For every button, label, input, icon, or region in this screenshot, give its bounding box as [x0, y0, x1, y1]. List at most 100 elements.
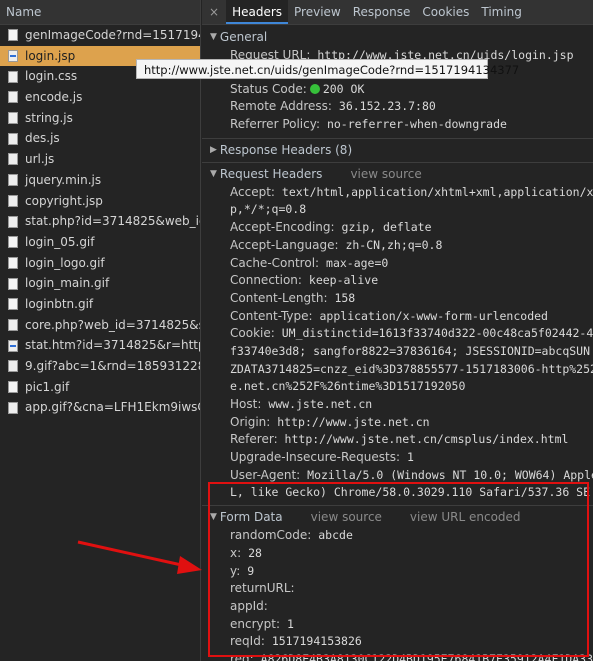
request-row[interactable]: 9.gif?abc=1&rnd=1859312282: [0, 356, 200, 377]
form-field-value: 1517194153826: [271, 634, 362, 649]
header-value-continuation: f33740e3d8; sangfor8822=37836164; JSESSI…: [230, 343, 591, 358]
header-value: http://www.jste.net.cn: [277, 414, 430, 429]
form-data-section-header[interactable]: ▼ Form Data view source view URL encoded: [210, 508, 593, 527]
form-field-row: reqId: 1517194153826: [230, 633, 593, 651]
request-row[interactable]: url.js: [0, 149, 200, 170]
file-icon: [8, 174, 18, 187]
header-row: Host: www.jste.net.cn: [230, 396, 593, 414]
view-url-encoded-link[interactable]: view URL encoded: [410, 508, 521, 527]
image-file-icon: [8, 381, 18, 394]
request-name: core.php?web_id=3714825&show=pic: [25, 317, 200, 332]
request-name: login_05.gif: [25, 234, 95, 249]
request-name: des.js: [25, 131, 60, 146]
tab-response[interactable]: Response: [347, 0, 417, 24]
header-key: Upgrade-Insecure-Requests:: [230, 450, 401, 465]
url-tooltip: http://www.jste.net.cn/uids/genImageCode…: [136, 59, 519, 79]
status-code-row: Status Code: 200 OK: [230, 81, 365, 96]
request-row[interactable]: loginbtn.gif: [0, 294, 200, 315]
form-field-row: returnURL:: [230, 580, 593, 598]
request-row[interactable]: stat.htm?id=3714825&r=http%3A%2F%2F: [0, 335, 200, 356]
request-row[interactable]: stat.php?id=3714825&web_id=3714825: [0, 211, 200, 232]
request-row[interactable]: login_05.gif: [0, 232, 200, 253]
header-row: User-Agent: Mozilla/5.0 (Windows NT 10.0…: [230, 467, 593, 485]
header-value: keep-alive: [308, 273, 379, 288]
form-field-key: encrypt:: [230, 616, 280, 631]
form-field-row: x: 28: [230, 545, 593, 563]
request-name: login.css: [25, 69, 78, 84]
header-key: Origin:: [230, 414, 271, 429]
header-key: Cookie:: [230, 326, 275, 341]
header-row: Referer: http://www.jste.net.cn/cmsplus/…: [230, 431, 593, 449]
file-icon: [8, 215, 18, 228]
form-field-key: returnURL:: [230, 581, 295, 596]
form-field-value: 1: [286, 616, 294, 631]
tab-cookies[interactable]: Cookies: [416, 0, 475, 24]
form-field-row: req: A826D8E4B3A8130C122D4BD195E76841B7E…: [230, 651, 593, 661]
red-arrow-annotation: [77, 540, 202, 574]
request-name: url.js: [25, 152, 55, 167]
request-name: 9.gif?abc=1&rnd=1859312282: [25, 359, 200, 373]
form-field-value: A826D8E4B3A8130C122D4BD195E76841B7E35912…: [260, 651, 593, 661]
collapse-arrow-icon: ▶: [210, 144, 217, 155]
request-name: loginbtn.gif: [25, 296, 94, 311]
general-title: General: [219, 30, 268, 44]
request-headers-section-header[interactable]: ▼ Request Headers view source: [210, 165, 593, 184]
file-icon: [8, 153, 18, 166]
tab-headers[interactable]: Headers: [226, 0, 289, 24]
document-file-icon: [8, 50, 18, 63]
header-key: Referer:: [230, 432, 278, 447]
tab-preview[interactable]: Preview: [288, 0, 347, 24]
request-row[interactable]: jquery.min.js: [0, 170, 200, 191]
view-source-link[interactable]: view source: [350, 165, 421, 184]
request-name: stat.php?id=3714825&web_id=3714825: [25, 214, 200, 229]
header-value: http://www.jste.net.cn/cmsplus/index.htm…: [284, 432, 569, 447]
header-row: Connection: keep-alive: [230, 272, 593, 290]
tab-timing[interactable]: Timing: [475, 0, 528, 24]
close-icon[interactable]: ×: [202, 0, 226, 24]
form-field-key: appId:: [230, 598, 268, 613]
general-section-header[interactable]: ▼ General: [210, 28, 593, 47]
header-key: Connection:: [230, 273, 302, 288]
name-column-header[interactable]: Name: [0, 0, 200, 25]
request-row[interactable]: core.php?web_id=3714825&show=pic: [0, 315, 200, 336]
request-row[interactable]: copyright.jsp: [0, 191, 200, 212]
image-file-icon: [8, 29, 18, 42]
request-name: login_logo.gif: [25, 255, 105, 270]
header-value: 1: [406, 450, 414, 465]
form-field-value: 28: [248, 545, 262, 560]
form-data-list: randomCode: abcde x: 28 y: 9 returnURL: app…: [202, 527, 593, 661]
request-row[interactable]: encode.js: [0, 87, 200, 108]
header-row: Upgrade-Insecure-Requests: 1: [230, 449, 593, 467]
request-row[interactable]: login_logo.gif: [0, 253, 200, 274]
header-value: UM_distinctid=1613f33740d322-00c48ca5f02…: [281, 326, 593, 341]
form-field-key: y:: [230, 563, 241, 578]
request-name: encode.js: [25, 90, 83, 105]
header-key: Accept:: [230, 184, 275, 199]
header-key: Host:: [230, 397, 262, 411]
request-name: genImageCode?rnd=1517194134377: [25, 28, 200, 42]
file-icon: [8, 91, 18, 104]
header-row: Accept-Language: zh-CN,zh;q=0.8: [230, 237, 593, 255]
response-headers-section-header[interactable]: ▶ Response Headers (8): [210, 141, 593, 160]
request-name: stat.htm?id=3714825&r=http%3A%2F%2F: [25, 338, 200, 353]
form-field-key: reqId:: [230, 634, 265, 649]
details-tab-bar: × Headers Preview Response Cookies Timin…: [202, 0, 593, 25]
document-file-icon: [8, 339, 18, 352]
request-row[interactable]: string.js: [0, 108, 200, 129]
header-value-continuation: L, like Gecko) Chrome/58.0.3029.110 Safa…: [230, 485, 591, 500]
expand-arrow-icon: ▼: [210, 168, 217, 179]
header-value-continuation: ZDATA3714825=cnzz_eid%3D378855577-151718…: [230, 361, 593, 376]
view-source-link[interactable]: view source: [311, 508, 382, 527]
request-row[interactable]: des.js: [0, 128, 200, 149]
image-file-icon: [8, 256, 18, 269]
image-file-icon: [8, 298, 18, 311]
request-row[interactable]: genImageCode?rnd=1517194134377: [0, 25, 200, 46]
request-row[interactable]: pic1.gif: [0, 377, 200, 398]
header-key: Accept-Language:: [230, 237, 339, 252]
request-headers-list: Accept: text/html,application/xhtml+xml,…: [202, 184, 593, 502]
header-key: Cache-Control:: [230, 255, 320, 270]
request-row[interactable]: login_main.gif: [0, 273, 200, 294]
form-field-row: randomCode: abcde: [230, 527, 593, 545]
request-row[interactable]: app.gif?&cna=LFH1Ekm9iwsCAWqFEwJGlKqF: [0, 397, 200, 418]
header-value: Mozilla/5.0 (Windows NT 10.0; WOW64) App…: [307, 467, 593, 482]
